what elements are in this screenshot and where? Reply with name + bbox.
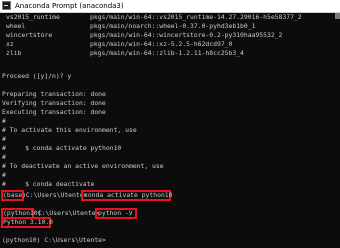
terminal-icon: [2, 1, 11, 10]
package-path: pkgs/main/win-64::vs2015_runtime-14.27.2…: [90, 13, 302, 21]
current-prompt[interactable]: (python10) C:\Users\Utente>: [2, 236, 106, 245]
package-path: pkgs/main/win-64::xz-5.2.5-h62dcd97_0: [90, 40, 233, 48]
version-command: python -V: [98, 209, 133, 217]
deactivate-note-line: # To deactivate an active environment, u…: [2, 162, 164, 170]
package-path: pkgs/main/win-64::wincertstore-0.2-py310…: [90, 31, 283, 39]
comment-line: #: [2, 171, 6, 179]
package-name: wincertstore: [6, 31, 53, 39]
proceed-line: Proceed ([y]/n)? y: [2, 72, 72, 80]
activate-note-line: # To activate this environment, use: [2, 126, 137, 134]
python-version-output: Python 3.10.0: [3, 218, 54, 226]
comment-line: #: [2, 117, 6, 125]
package-name: wheel: [6, 22, 26, 30]
title-bar[interactable]: Anaconda Prompt (anaconda3): [0, 0, 340, 13]
package-path: pkgs/main/noarch::wheel-0.37.0-pyhd3eb1b…: [90, 22, 256, 30]
scrollbar-thumb[interactable]: [335, 13, 340, 19]
package-path: pkgs/main/win-64::zlib-1.2.11-h8cc25b3_4: [90, 49, 244, 57]
window-title: Anaconda Prompt (anaconda3): [15, 2, 124, 10]
activate-command: conda activate python10: [84, 191, 173, 199]
deactivate-command-line: # $ conda deactivate: [2, 180, 95, 188]
console-output[interactable]: vs2015_runtime pkgs/main/win-64::vs2015_…: [0, 13, 340, 248]
vertical-scrollbar[interactable]: [335, 13, 340, 248]
comment-line: #: [2, 135, 6, 143]
package-name: vs2015_runtime: [6, 13, 60, 21]
verifying-line: Verifying transaction: done: [2, 99, 106, 107]
preparing-line: Preparing transaction: done: [2, 90, 106, 98]
package-name: xz: [6, 40, 14, 48]
activate-command-line: # $ conda activate python10: [2, 144, 122, 152]
executing-line: Executing transaction: done: [2, 108, 106, 116]
prompt-path: C:\Users\Utente>: [22, 191, 88, 199]
terminal-window[interactable]: Anaconda Prompt (anaconda3) vs2015_runti…: [0, 0, 340, 248]
package-name: zlib: [6, 49, 22, 57]
comment-line: #: [2, 153, 6, 161]
